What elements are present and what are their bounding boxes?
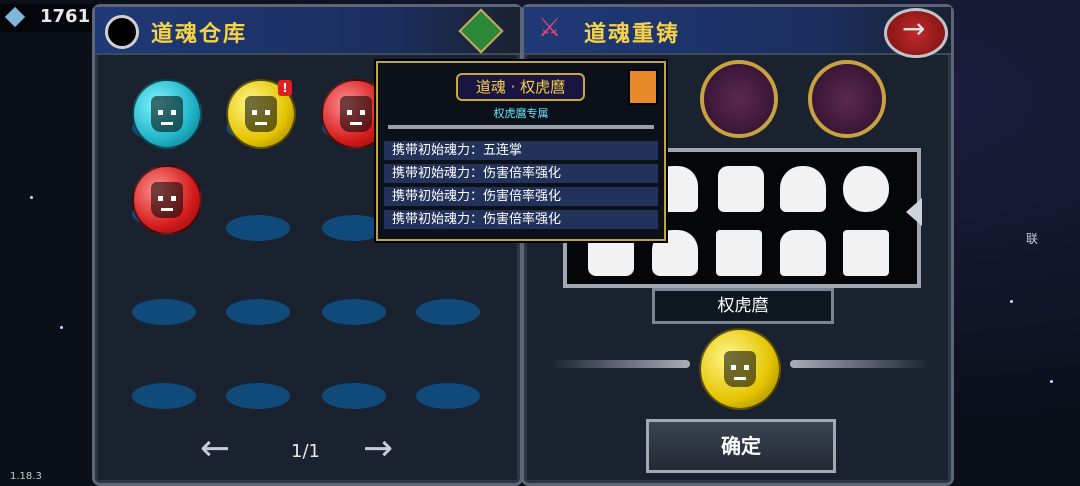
sword-icon: ⚔: [538, 13, 562, 43]
tooltip-effect-row: 携带初始魂力：伤害倍率强化: [384, 210, 658, 229]
empty-slot[interactable]: [322, 383, 386, 409]
chest-icon[interactable]: [458, 8, 504, 54]
storage-title-bar: 道魂仓库: [95, 7, 520, 55]
face-icon: [340, 96, 372, 132]
empty-slot[interactable]: [322, 299, 386, 325]
empty-slot[interactable]: [226, 299, 290, 325]
left-ornament: [550, 360, 690, 368]
character-portrait[interactable]: [718, 166, 764, 212]
confirm-button[interactable]: 确定: [646, 419, 836, 473]
side-label: 联: [1026, 232, 1039, 246]
version-label: 1.18.3: [10, 471, 42, 482]
bookmark-icon: [628, 69, 658, 105]
page-indicator: 1/1: [291, 441, 320, 462]
grid-toggle-arrow-icon[interactable]: [906, 198, 922, 226]
tooltip-effect-row: 携带初始魂力：伤害倍率强化: [384, 187, 658, 206]
star: [1010, 300, 1013, 303]
empty-slot[interactable]: [416, 383, 480, 409]
star: [1050, 380, 1053, 383]
tooltip-effect-row: 携带初始魂力：伤害倍率强化: [384, 164, 658, 183]
selected-soul-orb[interactable]: [699, 328, 781, 410]
character-portrait[interactable]: [716, 230, 762, 276]
empty-slot[interactable]: [226, 383, 290, 409]
next-page-arrow-icon[interactable]: →: [363, 431, 393, 467]
storage-title: 道魂仓库: [151, 22, 248, 47]
reforge-title: 道魂重铸: [584, 22, 681, 47]
empty-slot[interactable]: [132, 383, 196, 409]
soul-orb-red[interactable]: [132, 165, 202, 235]
empty-slot[interactable]: [226, 215, 290, 241]
tooltip-divider: [388, 125, 654, 129]
empty-slot[interactable]: [132, 299, 196, 325]
character-portrait[interactable]: [780, 166, 826, 212]
ring-icon: [105, 15, 139, 49]
character-portrait[interactable]: [780, 230, 826, 276]
prev-page-arrow-icon[interactable]: ←: [200, 431, 230, 467]
gem-count: 1761: [40, 6, 91, 27]
empty-slot[interactable]: [416, 299, 480, 325]
character-portrait[interactable]: [843, 230, 889, 276]
back-arrow-icon: →: [902, 12, 926, 45]
face-icon: [151, 96, 183, 132]
tooltip-subtitle: 权虎麿专属: [493, 107, 549, 120]
rune-slot[interactable]: [808, 60, 886, 138]
rune-slot[interactable]: [700, 60, 778, 138]
tooltip-title: 道魂 · 权虎麿: [456, 73, 585, 101]
face-icon: [724, 351, 756, 387]
star: [30, 196, 33, 199]
face-icon: [245, 96, 277, 132]
star: [60, 326, 63, 329]
selected-character-name: 权虎麿: [652, 288, 834, 324]
right-ornament: [790, 360, 930, 368]
tooltip-effect-row: 携带初始魂力：五连掌: [384, 141, 658, 160]
soul-tooltip: 道魂 · 权虎麿 权虎麿专属 携带初始魂力：五连掌 携带初始魂力：伤害倍率强化 …: [376, 61, 666, 241]
soul-orb-cyan[interactable]: [132, 79, 202, 149]
new-badge: !: [278, 80, 292, 96]
character-portrait[interactable]: [843, 166, 889, 212]
face-icon: [151, 182, 183, 218]
